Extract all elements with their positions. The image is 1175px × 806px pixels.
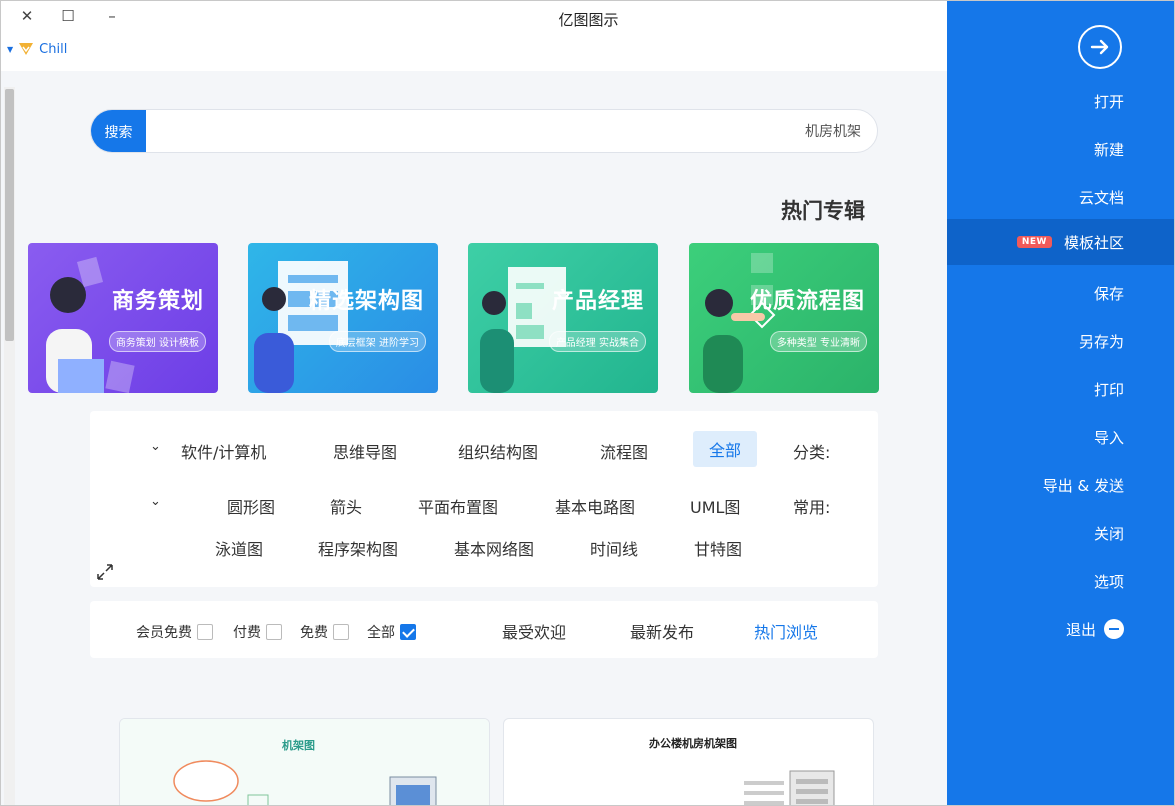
category-software[interactable]: 软件/计算机 [181,439,266,463]
checkbox[interactable] [197,624,213,640]
menu-label: 新建 [1093,140,1124,159]
banner-business-plan[interactable]: 商务策划 商务策划 设计模板 [28,243,218,393]
menu-export-send[interactable]: 导出 & 发送 [947,462,1174,508]
scrollbar[interactable] [4,87,15,805]
filter-panel: 分类: 全部 流程图 组织结构图 思维导图 软件/计算机 ⌄ 常用: UML图 … [90,411,878,587]
backstage-sidebar: 打开 新建 云文档 NEW 模板社区 保存 另存为 打印 导入 导出 & 发送 … [947,1,1174,805]
filter-check-free[interactable]: 免费 [300,622,349,642]
checkbox[interactable] [333,624,349,640]
menu-label: 导入 [1093,428,1124,447]
menu-save-as[interactable]: 另存为 [947,318,1174,364]
sort-tab-popular[interactable]: 最受欢迎 [502,619,566,643]
sort-tab-hot[interactable]: 热门浏览 [754,619,818,643]
check-label: 付费 [233,625,261,641]
menu-import[interactable]: 导入 [947,414,1174,460]
banner-product-manager[interactable]: 产品经理 产品经理 实战集合 [468,243,658,393]
banner-subtitle: 多种类型 专业清晰 [769,331,867,352]
menu-label: 云文档 [1078,188,1124,207]
chevron-down-icon: ▼ [7,44,14,54]
menu-close[interactable]: 关闭 [947,510,1174,556]
user-menu[interactable]: ▼ Chill [7,41,67,57]
chevron-down-icon[interactable]: ⌄ [150,439,161,454]
menu-label: 模板社区 [1063,233,1124,252]
card-preview [173,760,437,805]
sort-tab-newest[interactable]: 最新发布 [630,619,694,643]
filter-check-member-free[interactable]: 会员免费 [136,622,213,642]
banner-illustration [703,253,776,393]
banner-illustration [46,256,135,393]
banner-illustration [254,261,348,393]
check-label: 全部 [367,625,395,641]
menu-label: 打印 [1093,380,1124,399]
banner-subtitle: 底层框架 进阶学习 [328,331,426,352]
common-network[interactable]: 基本网络图 [454,536,534,560]
app-window: ✕ ☐ – ▼ Chill 亿图图示 搜索 热门专辑 优质流 [0,0,1175,806]
common-swimlane[interactable]: 泳道图 [215,536,263,560]
new-badge: NEW [1016,236,1052,248]
menu-template-community[interactable]: NEW 模板社区 [947,219,1174,265]
common-circuit[interactable]: 基本电路图 [555,494,635,518]
banner-architecture[interactable]: 精选架构图 底层框架 进阶学习 [248,243,438,393]
search-button[interactable]: 搜索 [91,110,146,152]
check-label: 免费 [300,625,328,641]
menu-exit[interactable]: 退出 [947,606,1174,652]
category-label: 分类: [793,443,831,462]
banner-title: 精选架构图 [308,289,424,314]
menu-cloud-docs[interactable]: 云文档 [947,174,1174,220]
search-input[interactable] [151,110,861,152]
menu-print[interactable]: 打印 [947,366,1174,412]
check-label: 会员免费 [136,625,192,641]
arrow-right-icon [1090,39,1109,55]
menu-label: 退出 [1065,620,1096,639]
common-floor-plan[interactable]: 平面布置图 [418,494,498,518]
menu-label: 选项 [1093,572,1124,591]
menu-label: 关闭 [1093,524,1124,543]
template-card[interactable]: 办公楼机房机架图 [503,718,874,805]
checkbox[interactable] [266,624,282,640]
menu-label: 保存 [1093,284,1124,303]
expand-icon[interactable] [96,563,114,581]
banner-title: 优质流程图 [749,289,865,314]
common-label: 常用: [793,498,831,517]
sort-bar: 热门浏览 最新发布 最受欢迎 全部 免费 付费 会员免费 [90,601,878,658]
vip-diamond-icon [19,43,34,55]
banner-subtitle: 商务策划 设计模板 [108,331,206,352]
user-name: Chill [39,41,68,57]
section-title: 热门专辑 [781,199,865,223]
menu-label: 打开 [1093,92,1124,111]
card-preview [744,770,835,805]
common-uml[interactable]: UML图 [690,494,740,518]
filter-check-all[interactable]: 全部 [367,622,416,642]
banner-subtitle: 产品经理 实战集合 [548,331,646,352]
banner-illustration [480,267,566,393]
search-box: 搜索 [90,109,878,153]
back-button[interactable] [1078,25,1122,69]
menu-options[interactable]: 选项 [947,558,1174,604]
common-gantt[interactable]: 甘特图 [694,536,742,560]
menu-open[interactable]: 打开 [947,78,1174,124]
filter-check-paid[interactable]: 付费 [233,622,282,642]
banner-title: 商务策划 [111,289,204,314]
banner-title: 产品经理 [551,289,644,314]
menu-label: 另存为 [1078,332,1124,351]
common-circle[interactable]: 圆形图 [227,494,275,518]
menu-label: 导出 & 发送 [1042,476,1124,495]
menu-save[interactable]: 保存 [947,270,1174,316]
banner-flowchart[interactable]: 优质流程图 多种类型 专业清晰 [689,243,879,393]
chevron-down-icon[interactable]: ⌄ [150,494,161,509]
common-program-arch[interactable]: 程序架构图 [318,536,398,560]
menu-new[interactable]: 新建 [947,126,1174,172]
common-timeline[interactable]: 时间线 [590,536,638,560]
minus-circle-icon [1104,619,1124,639]
category-all[interactable]: 全部 [693,431,758,467]
common-arrow[interactable]: 箭头 [330,494,362,518]
category-mindmap[interactable]: 思维导图 [333,439,397,463]
checkbox[interactable] [400,624,416,640]
scroll-thumb[interactable] [5,89,14,341]
category-org-chart[interactable]: 组织结构图 [458,439,538,463]
template-card[interactable]: 机架图 [119,718,490,805]
category-flowchart[interactable]: 流程图 [600,439,648,463]
